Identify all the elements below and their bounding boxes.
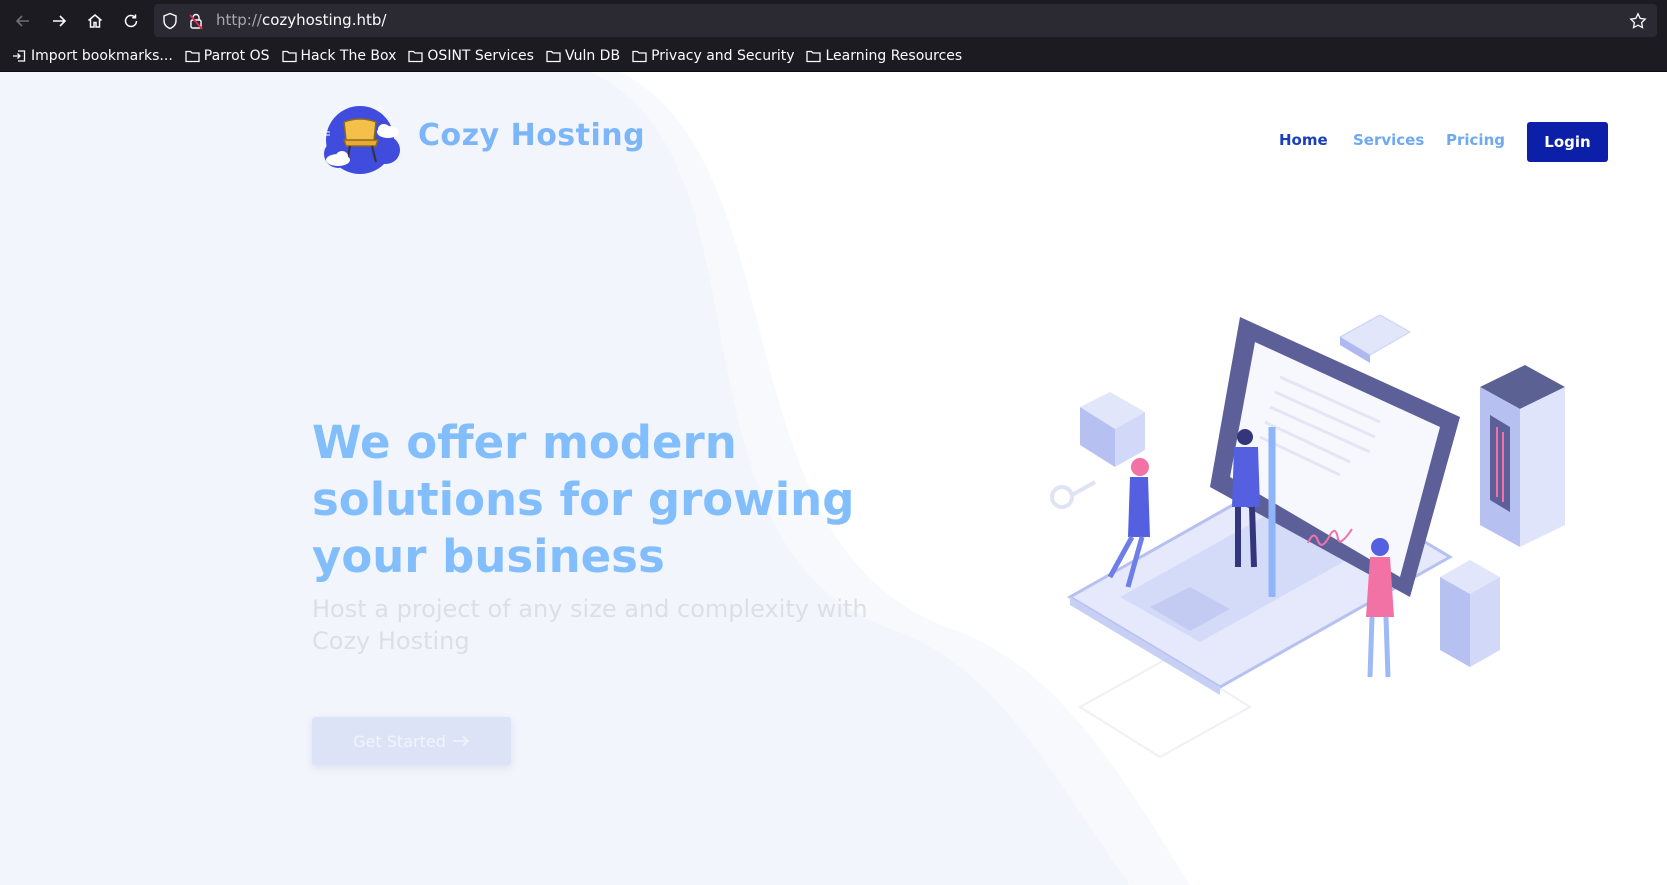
folder-icon xyxy=(632,50,647,63)
bookmarks-toolbar: Import bookmarks... Parrot OS Hack The B… xyxy=(0,44,1667,68)
arrow-left-icon xyxy=(15,15,29,27)
reload-button[interactable] xyxy=(117,7,145,35)
home-icon xyxy=(88,14,102,28)
browser-chrome: http://cozyhosting.htb/ Import bookmarks… xyxy=(0,0,1667,72)
nav-home-link[interactable]: Home xyxy=(1279,131,1328,149)
folder-icon xyxy=(185,50,200,63)
nav-pricing-link[interactable]: Pricing xyxy=(1446,131,1505,149)
bookmark-privacy-security[interactable]: Privacy and Security xyxy=(632,48,794,64)
forward-button[interactable] xyxy=(45,7,73,35)
bookmark-label: Vuln DB xyxy=(564,48,621,64)
bookmark-import[interactable]: Import bookmarks... xyxy=(12,48,173,64)
url-bar[interactable]: http://cozyhosting.htb/ xyxy=(154,4,1657,37)
bookmark-label: Learning Resources xyxy=(825,48,963,64)
get-started-button[interactable]: Get Started xyxy=(312,717,511,765)
hero-subtitle: Host a project of any size and complexit… xyxy=(312,595,868,655)
bookmark-hack-the-box[interactable]: Hack The Box xyxy=(281,48,397,64)
import-icon xyxy=(13,50,26,62)
get-started-label: Get Started xyxy=(353,731,446,751)
hero-title: We offer modern solutions for growing yo… xyxy=(312,416,855,583)
folder-icon xyxy=(281,50,297,63)
folder-icon xyxy=(806,50,822,63)
back-button[interactable] xyxy=(9,7,37,35)
bookmark-learning-resources[interactable]: Learning Resources xyxy=(806,48,962,64)
shield-icon[interactable] xyxy=(162,12,178,30)
insecure-lock-icon[interactable] xyxy=(188,12,204,30)
bookmark-parrot-os[interactable]: Parrot OS xyxy=(185,48,270,64)
bookmark-label: Hack The Box xyxy=(300,48,397,64)
folder-icon xyxy=(546,50,561,63)
bookmark-label: OSINT Services xyxy=(427,48,534,64)
login-button[interactable]: Login xyxy=(1527,122,1608,162)
arrow-right-icon xyxy=(53,15,67,27)
url-text[interactable]: http://cozyhosting.htb/ xyxy=(216,11,386,29)
folder-icon xyxy=(408,50,424,63)
nav-services-link[interactable]: Services xyxy=(1353,131,1424,149)
bookmark-label: Privacy and Security xyxy=(651,48,795,64)
page-content: Cozy Hosting Home Services Pricing Login… xyxy=(0,72,1667,885)
reload-icon xyxy=(124,14,138,28)
bookmark-label: Parrot OS xyxy=(203,48,270,64)
bookmark-osint-services[interactable]: OSINT Services xyxy=(408,48,534,64)
site-header: Cozy Hosting Home Services Pricing Login xyxy=(0,72,1667,212)
url-host: cozyhosting.htb/ xyxy=(261,11,387,29)
cozy-hosting-logo[interactable] xyxy=(318,102,406,178)
bookmark-vuln-db[interactable]: Vuln DB xyxy=(546,48,620,64)
home-button[interactable] xyxy=(81,7,109,35)
brand-name[interactable]: Cozy Hosting xyxy=(418,118,645,153)
hero-illustration xyxy=(1050,314,1565,759)
url-protocol: http:// xyxy=(216,11,262,29)
bookmark-label: Import bookmarks... xyxy=(31,48,173,64)
bookmark-star-icon[interactable] xyxy=(1629,12,1647,30)
arrow-right-icon xyxy=(452,735,470,747)
